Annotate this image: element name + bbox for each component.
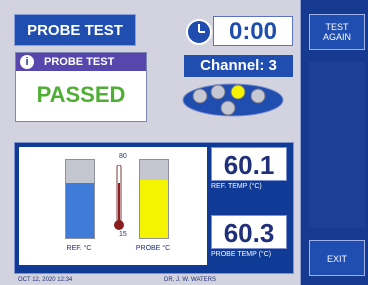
channel-slot-4 [250,88,266,104]
clock-icon [186,19,212,45]
test-again-label-line2: AGAIN [322,32,351,42]
ref-bar-label: REF. °C [66,245,92,252]
info-icon: i [20,55,34,69]
channel-slot-5 [220,100,236,116]
probe-temp-label: PROBE TEMP (°C) [211,251,272,258]
channel-slot-3 [230,84,246,100]
temperature-gauge: 80 15 REF. °C PROBE °C [19,147,207,265]
ref-temp-value: 60.1 [211,147,287,181]
timer-display: 0:00 [213,16,293,46]
status-bar: OCT 12, 2020 12:34 DR. J. W. WATERS [14,275,294,285]
sidebar-panel [309,62,365,228]
status-operator: DR. J. W. WATERS [164,277,216,283]
thermometer-icon [114,165,124,230]
probe-test-screen: PROBE TEST i PROBE TEST PASSED 0:00 Chan… [0,0,368,285]
channel-slot-2 [210,84,226,100]
status-datetime: OCT 12, 2020 12:34 [18,277,73,283]
result-header: i PROBE TEST [16,53,146,71]
probe-temp-value: 60.3 [211,215,287,249]
exit-button[interactable]: EXIT [309,240,365,276]
ref-temp-label: REF. TEMP (°C) [211,183,262,190]
channel-slot-1 [192,88,208,104]
temperature-panel: 80 15 REF. °C PROBE °C 60.1 REF. TEMP (°… [14,142,294,274]
sidebar: TEST AGAIN EXIT [300,0,368,285]
result-header-label: PROBE TEST [44,56,115,68]
result-status: PASSED [36,82,126,107]
probe-bar [139,159,169,239]
scale-bottom-label: 15 [119,231,127,238]
channel-indicator: Channel: 3 [184,55,293,77]
scale-top-label: 80 [119,153,127,160]
ref-bar [65,159,95,239]
channel-map [182,83,284,117]
test-again-label-line1: TEST [325,22,349,32]
probe-test-title-button[interactable]: PROBE TEST [14,14,136,46]
ref-bar-fill [66,183,94,238]
probe-test-result-box: i PROBE TEST PASSED [15,52,147,122]
probe-bar-fill [140,179,168,238]
test-again-button[interactable]: TEST AGAIN [309,14,365,50]
probe-bar-label: PROBE °C [135,245,171,252]
